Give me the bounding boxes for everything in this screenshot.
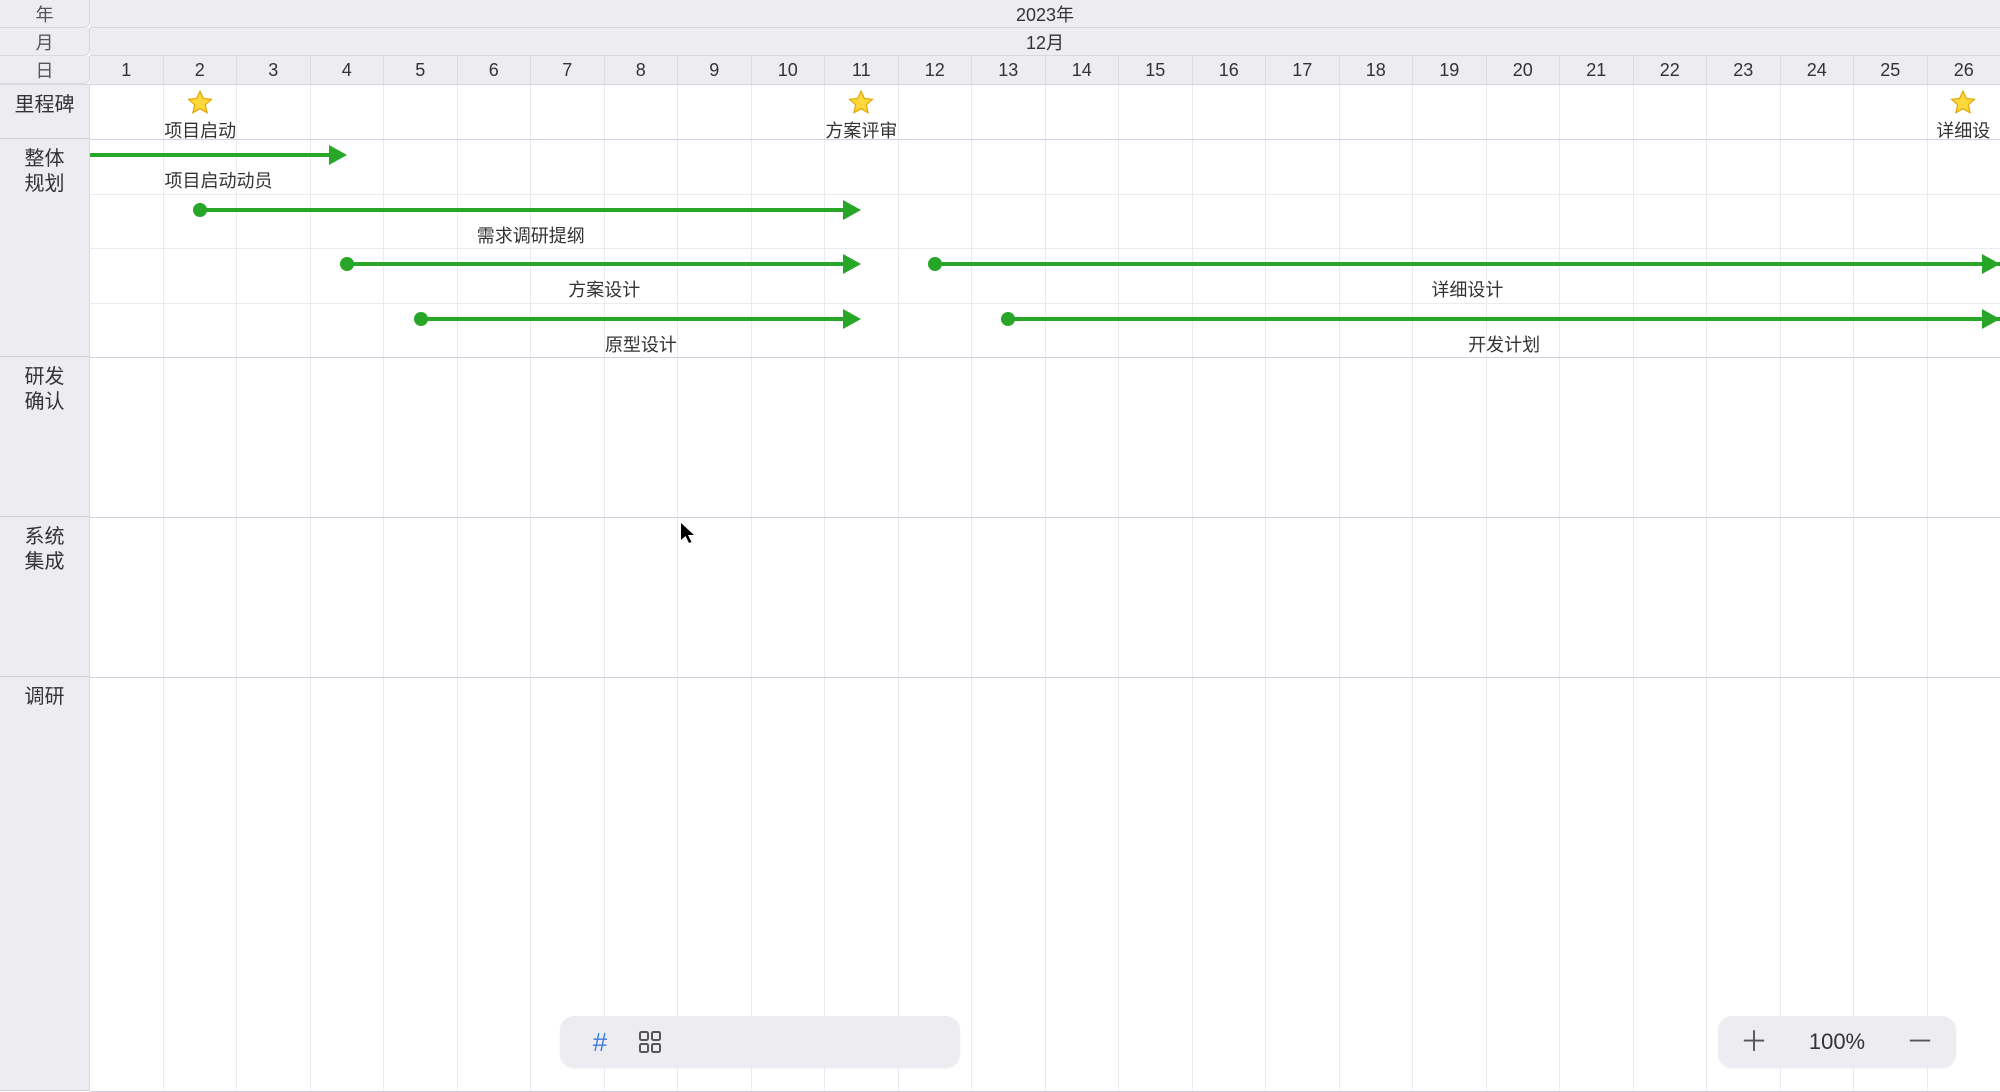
lane-divider <box>90 194 2000 195</box>
day-header-cell[interactable]: 13 <box>971 56 1045 84</box>
plus-icon: ＋ <box>1740 1026 1768 1057</box>
task-start-dot <box>1001 312 1015 326</box>
star-icon <box>847 89 875 117</box>
task-arrowhead-icon <box>843 200 861 220</box>
grid-view-button[interactable] <box>638 1030 662 1054</box>
section-divider <box>90 357 2000 358</box>
section-divider <box>90 139 2000 140</box>
header-year-label: 年 <box>0 0 90 28</box>
day-header-cell[interactable]: 19 <box>1412 56 1486 84</box>
milestone-label: 方案评审 <box>825 117 897 143</box>
day-header-cell[interactable]: 3 <box>236 56 310 84</box>
day-header-cell[interactable]: 21 <box>1559 56 1633 84</box>
view-toolbar: # <box>560 1016 960 1068</box>
milestone-label: 项目启动 <box>164 117 236 143</box>
gantt-grid[interactable]: 项目启动 方案评审 详细设项目启动动员需求调研提纲方案设计 详细设计原型设计 开发计… <box>90 85 2000 1091</box>
zoom-toolbar: ＋ 100% － <box>1718 1016 1956 1068</box>
zoom-out-button[interactable]: － <box>1906 1028 1934 1056</box>
task-start-dot <box>928 257 942 271</box>
day-header-cell[interactable]: 2 <box>163 56 237 84</box>
grid4-icon <box>639 1031 661 1053</box>
day-header-cell[interactable]: 4 <box>310 56 384 84</box>
day-header-cell[interactable]: 6 <box>457 56 531 84</box>
day-header-cell[interactable]: 18 <box>1339 56 1413 84</box>
header-row-month: 月 12月 <box>0 28 2000 56</box>
header-day-label: 日 <box>0 56 90 84</box>
section-divider <box>90 677 2000 678</box>
task-arrowhead-icon <box>843 254 861 274</box>
milestone[interactable]: 项目启动 <box>164 89 236 143</box>
lane-divider <box>90 248 2000 249</box>
milestone-label: 详细设 <box>1936 117 1990 143</box>
task-line <box>421 317 856 321</box>
milestone[interactable]: 方案评审 <box>825 89 897 143</box>
section-label[interactable]: 系统 集成 <box>0 517 89 677</box>
day-header-cell[interactable]: 15 <box>1118 56 1192 84</box>
task-arrowhead-icon <box>1982 309 2000 329</box>
task-label: 需求调研提纲 <box>200 222 861 248</box>
task-arrowhead-icon <box>843 309 861 329</box>
task-line <box>200 208 855 212</box>
gantt-sidebar: 里程碑整体 规划研发 确认系统 集成调研 <box>0 85 90 1091</box>
day-header-cell[interactable]: 10 <box>751 56 825 84</box>
task-start-dot <box>340 257 354 271</box>
minus-icon: － <box>1906 1026 1934 1057</box>
day-columns: 1234567891011121314151617181920212223242… <box>90 56 2000 84</box>
section-label[interactable]: 整体 规划 <box>0 139 89 357</box>
day-header-cell[interactable]: 5 <box>383 56 457 84</box>
task-start-dot <box>193 203 207 217</box>
header-row-days: 日 12345678910111213141516171819202122232… <box>0 56 2000 84</box>
day-header-cell[interactable]: 1 <box>90 56 163 84</box>
timeline-header: 年 2023年 月 12月 日 123456789101112131415161… <box>0 0 2000 85</box>
day-header-cell[interactable]: 11 <box>824 56 898 84</box>
hash-icon: # <box>593 1029 607 1055</box>
header-month-value: 12月 <box>90 28 2000 56</box>
task-start-dot <box>414 312 428 326</box>
day-header-cell[interactable]: 17 <box>1265 56 1339 84</box>
header-row-year: 年 2023年 <box>0 0 2000 28</box>
task-line <box>1008 317 2000 321</box>
day-header-cell[interactable]: 25 <box>1853 56 1927 84</box>
task-label: 原型设计 <box>421 331 862 357</box>
day-header-cell[interactable]: 23 <box>1706 56 1780 84</box>
section-label[interactable]: 研发 确认 <box>0 357 89 517</box>
day-header-cell[interactable]: 16 <box>1192 56 1266 84</box>
milestone[interactable]: 详细设 <box>1936 89 1990 143</box>
day-header-cell[interactable]: 7 <box>530 56 604 84</box>
task-line <box>90 153 341 157</box>
task-arrowhead-icon <box>1982 254 2000 274</box>
gantt-body: 里程碑整体 规划研发 确认系统 集成调研 项目启动 方案评审 详细设项目启动动员… <box>0 85 2000 1091</box>
task-arrowhead-icon <box>329 145 347 165</box>
header-month-label: 月 <box>0 28 90 56</box>
zoom-level: 100% <box>1802 1029 1872 1055</box>
day-header-cell[interactable]: 12 <box>898 56 972 84</box>
day-header-cell[interactable]: 20 <box>1486 56 1560 84</box>
section-label[interactable]: 里程碑 <box>0 85 89 139</box>
header-year-value: 2023年 <box>90 0 2000 28</box>
task-line <box>935 262 2000 266</box>
task-label: 详细设计 <box>935 276 2000 302</box>
day-header-cell[interactable]: 22 <box>1633 56 1707 84</box>
section-divider <box>90 517 2000 518</box>
section-label[interactable]: 调研 <box>0 677 89 1091</box>
hash-view-button[interactable]: # <box>588 1030 612 1054</box>
star-icon <box>186 89 214 117</box>
task-line <box>347 262 855 266</box>
day-header-cell[interactable]: 9 <box>677 56 751 84</box>
task-label: 项目启动动员 <box>90 167 347 193</box>
star-icon <box>1949 89 1977 117</box>
task-label: 开发计划 <box>1008 331 2000 357</box>
day-header-cell[interactable]: 14 <box>1045 56 1119 84</box>
task-label: 方案设计 <box>347 276 861 302</box>
day-header-cell[interactable]: 8 <box>604 56 678 84</box>
day-header-cell[interactable]: 24 <box>1780 56 1854 84</box>
lane-divider <box>90 303 2000 304</box>
zoom-in-button[interactable]: ＋ <box>1740 1028 1768 1056</box>
day-header-cell[interactable]: 26 <box>1927 56 2000 84</box>
